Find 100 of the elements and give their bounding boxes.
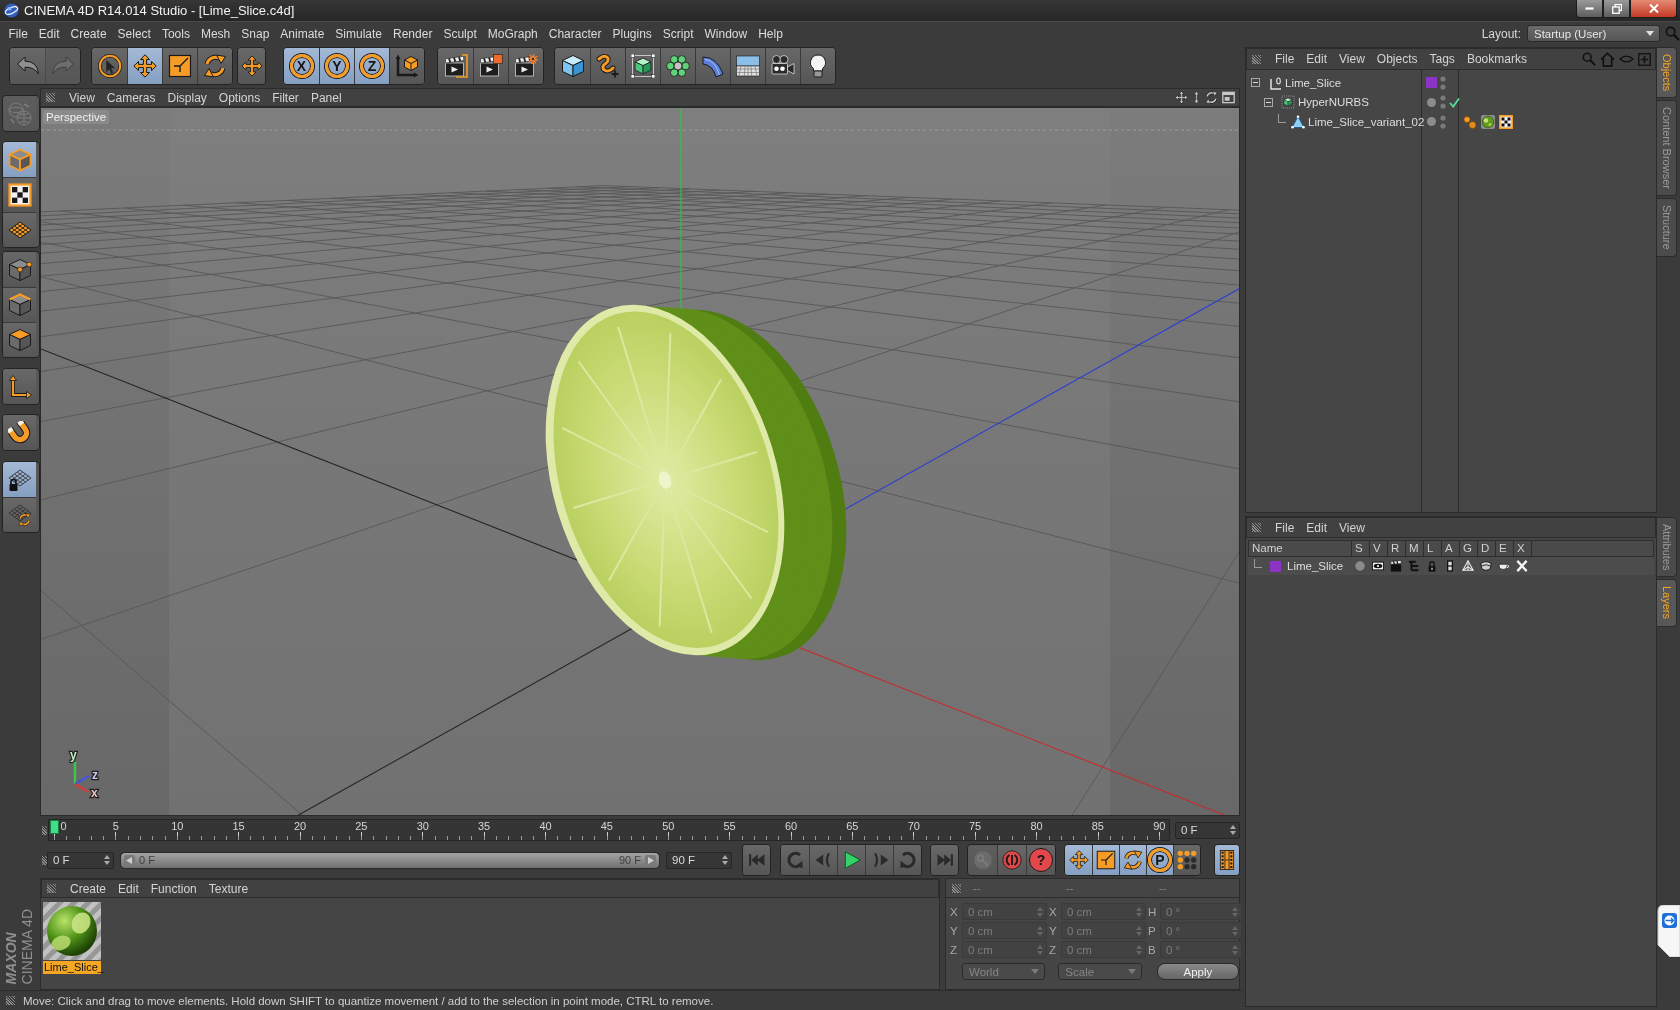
menu-item[interactable]: Mesh	[195, 26, 236, 41]
arrow-left-icon[interactable]	[124, 854, 135, 866]
pyramid-icon[interactable]	[1462, 560, 1474, 572]
mode-button[interactable]	[3, 369, 36, 404]
column-header[interactable]: E	[1496, 541, 1514, 556]
playback-button[interactable]	[1119, 845, 1146, 875]
object-name[interactable]: HyperNURBS	[1298, 96, 1369, 109]
minus-box-icon[interactable]	[1251, 78, 1260, 88]
playback-button[interactable]	[1173, 845, 1200, 875]
tool-button[interactable]	[92, 47, 127, 84]
timeline-ruler[interactable]: 0 5 10 15 20 25 30 35 40 45 50 55 60 65 70 75 80 85 90	[48, 819, 1170, 841]
layer-row[interactable]: Lime_Slice	[1248, 557, 1654, 575]
menu-item[interactable]: Edit	[33, 26, 66, 41]
tool-button[interactable]	[473, 47, 508, 84]
menu-item[interactable]: Edit	[1300, 520, 1334, 535]
menu-item[interactable]: View	[1333, 52, 1371, 66]
visibility-dots-icon[interactable]	[1440, 95, 1446, 110]
end-frame-field[interactable]: 90 F	[666, 851, 732, 869]
check-icon[interactable]	[1449, 96, 1460, 108]
menu-item[interactable]: Bookmarks	[1460, 52, 1533, 66]
grip-icon[interactable]	[42, 855, 47, 865]
tool-button[interactable]: Z	[354, 47, 389, 84]
tool-button[interactable]	[555, 47, 590, 84]
arrow-right-icon[interactable]	[645, 854, 656, 866]
column-header[interactable]: Name	[1249, 541, 1352, 556]
menu-item[interactable]: Help	[752, 26, 789, 41]
tool-button[interactable]	[625, 47, 660, 84]
tool-button[interactable]	[590, 47, 625, 84]
playhead[interactable]	[50, 820, 59, 834]
spheres-icon[interactable]	[1463, 114, 1477, 129]
tool-button[interactable]	[438, 47, 473, 84]
playback-button[interactable]	[997, 845, 1026, 875]
column-header[interactable]: L	[1424, 541, 1442, 556]
menu-item[interactable]: View	[1333, 520, 1371, 535]
visibility-dots-icon[interactable]	[1440, 114, 1446, 129]
grip-icon[interactable]	[6, 996, 15, 1005]
mode-button[interactable]	[3, 212, 36, 247]
tool-button[interactable]	[508, 47, 543, 84]
side-tab[interactable]: Layers	[1657, 579, 1677, 627]
column-header[interactable]: G	[1460, 541, 1478, 556]
menu-item[interactable]: Options	[212, 90, 267, 105]
menu-item[interactable]: Panel	[304, 90, 348, 105]
film-strip-icon[interactable]	[1444, 560, 1456, 572]
playback-button[interactable]	[1065, 845, 1092, 875]
playback-button[interactable]	[837, 845, 865, 875]
menu-item[interactable]: Select	[112, 26, 157, 41]
tool-button[interactable]	[800, 47, 835, 84]
menu-item[interactable]: Plugins	[606, 26, 658, 41]
mode-button[interactable]	[3, 322, 36, 357]
eye-icon[interactable]	[1372, 560, 1384, 572]
cross-icon[interactable]	[1516, 560, 1528, 572]
grip-icon[interactable]	[47, 884, 56, 893]
tool-button[interactable]	[765, 47, 800, 84]
tool-button[interactable]: X	[284, 47, 319, 84]
menu-item[interactable]: Edit	[1300, 52, 1334, 66]
menu-item[interactable]: Display	[161, 90, 213, 105]
tool-button[interactable]	[162, 47, 197, 84]
zoom-arrows-icon[interactable]	[1192, 91, 1201, 104]
object-name[interactable]: Lime_Slice_variant_02	[1308, 115, 1425, 128]
playback-button[interactable]: P	[1146, 845, 1173, 875]
menu-item[interactable]: Edit	[112, 881, 145, 896]
tool-button[interactable]: Y	[319, 47, 354, 84]
column-header[interactable]: R	[1388, 541, 1406, 556]
grip-icon[interactable]	[46, 93, 55, 102]
menu-item[interactable]: File	[1269, 520, 1301, 535]
checkerboard-icon[interactable]	[1499, 114, 1513, 129]
playback-button[interactable]	[1092, 845, 1119, 875]
dot-icon[interactable]	[1426, 116, 1437, 128]
restore-button[interactable]	[1603, 0, 1630, 18]
object-name[interactable]: Lime_Slice	[1285, 76, 1342, 89]
clapperboard-icon[interactable]	[1390, 560, 1402, 572]
close-button[interactable]	[1630, 0, 1677, 18]
menu-item[interactable]: Animate	[274, 26, 330, 41]
menu-item[interactable]: Character	[543, 26, 607, 41]
menu-item[interactable]: Tags	[1423, 52, 1461, 66]
menu-item[interactable]: Create	[65, 26, 113, 41]
rotate-arrows-icon[interactable]	[1205, 91, 1218, 104]
start-frame-field[interactable]: 0 F	[47, 851, 114, 869]
side-tab[interactable]: Objects	[1657, 47, 1677, 99]
menu-item[interactable]: File	[1269, 52, 1301, 66]
maximize-icon[interactable]	[1222, 91, 1235, 104]
menu-item[interactable]: Filter	[266, 90, 305, 105]
menu-item[interactable]: Texture	[202, 881, 255, 896]
column-header[interactable]: M	[1406, 541, 1424, 556]
padlock-icon[interactable]	[1426, 560, 1438, 572]
popup-tab-icon[interactable]	[1656, 905, 1680, 957]
grip-icon[interactable]	[42, 825, 47, 835]
layout-dropdown[interactable]: Startup (User)	[1527, 25, 1660, 42]
sphere-icon[interactable]	[1481, 114, 1495, 129]
playback-button[interactable]	[1215, 845, 1239, 875]
tool-button[interactable]	[389, 47, 424, 84]
tool-button[interactable]	[127, 47, 162, 84]
mode-button[interactable]	[3, 462, 36, 497]
menu-item[interactable]: Sculpt	[437, 26, 483, 41]
minus-box-icon[interactable]	[1264, 97, 1273, 107]
layer-color-icon[interactable]	[1270, 560, 1281, 572]
menu-item[interactable]: Tools	[156, 26, 196, 41]
visibility-dots-icon[interactable]	[1440, 75, 1446, 90]
dot-icon[interactable]	[1354, 560, 1366, 572]
layer-color-icon[interactable]	[1426, 77, 1437, 89]
